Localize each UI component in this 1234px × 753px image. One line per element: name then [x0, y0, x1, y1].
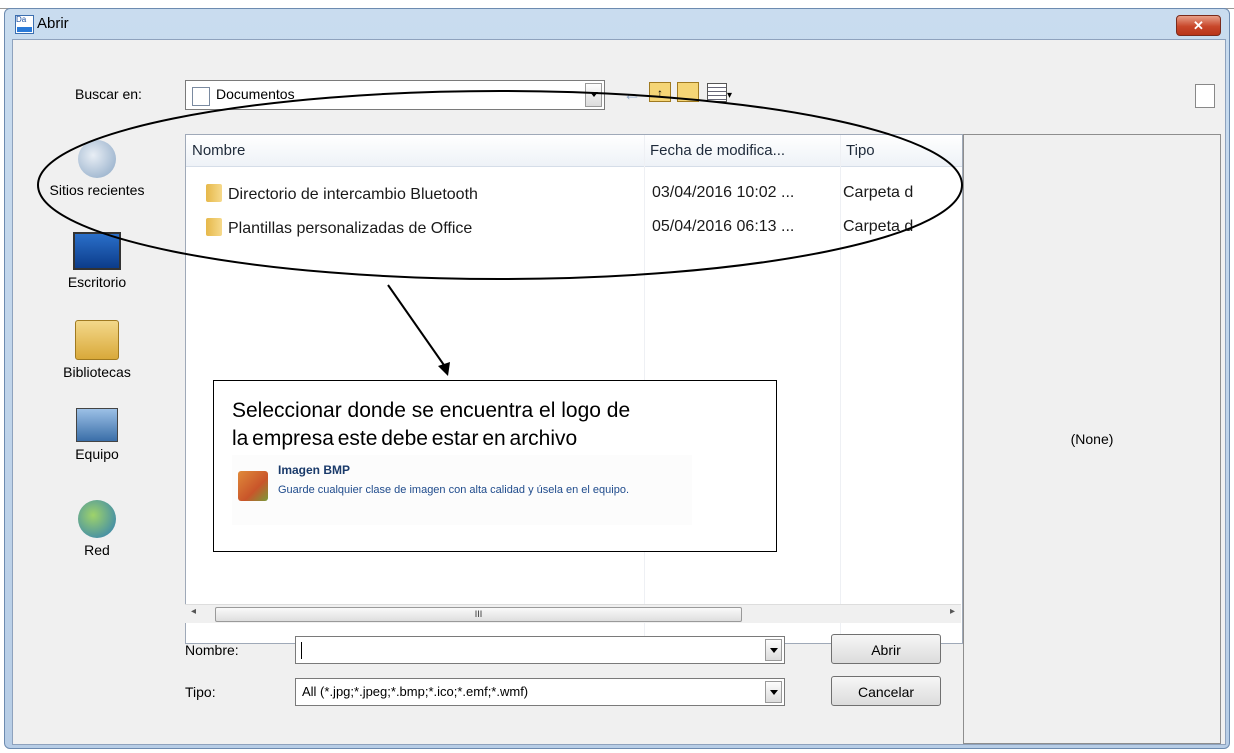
- bmp-format-card: Imagen BMP Guarde cualquier clase de ima…: [232, 455, 692, 525]
- bmp-image-icon: [238, 471, 268, 501]
- bmp-description: Guarde cualquier clase de imagen con alt…: [278, 484, 630, 496]
- callout-line-1: Seleccionar donde se encuentra el logo d…: [232, 399, 631, 422]
- arrow-head: [438, 362, 450, 376]
- callout-line-2: la empresa este debe estar en archivo: [232, 427, 578, 450]
- bmp-title: Imagen BMP: [278, 463, 351, 477]
- annotation-overlay: [37, 90, 963, 376]
- annotation-callout: Seleccionar donde se encuentra el logo d…: [213, 380, 777, 552]
- highlight-ellipse: [37, 90, 963, 280]
- annotation-arrow: [387, 284, 447, 369]
